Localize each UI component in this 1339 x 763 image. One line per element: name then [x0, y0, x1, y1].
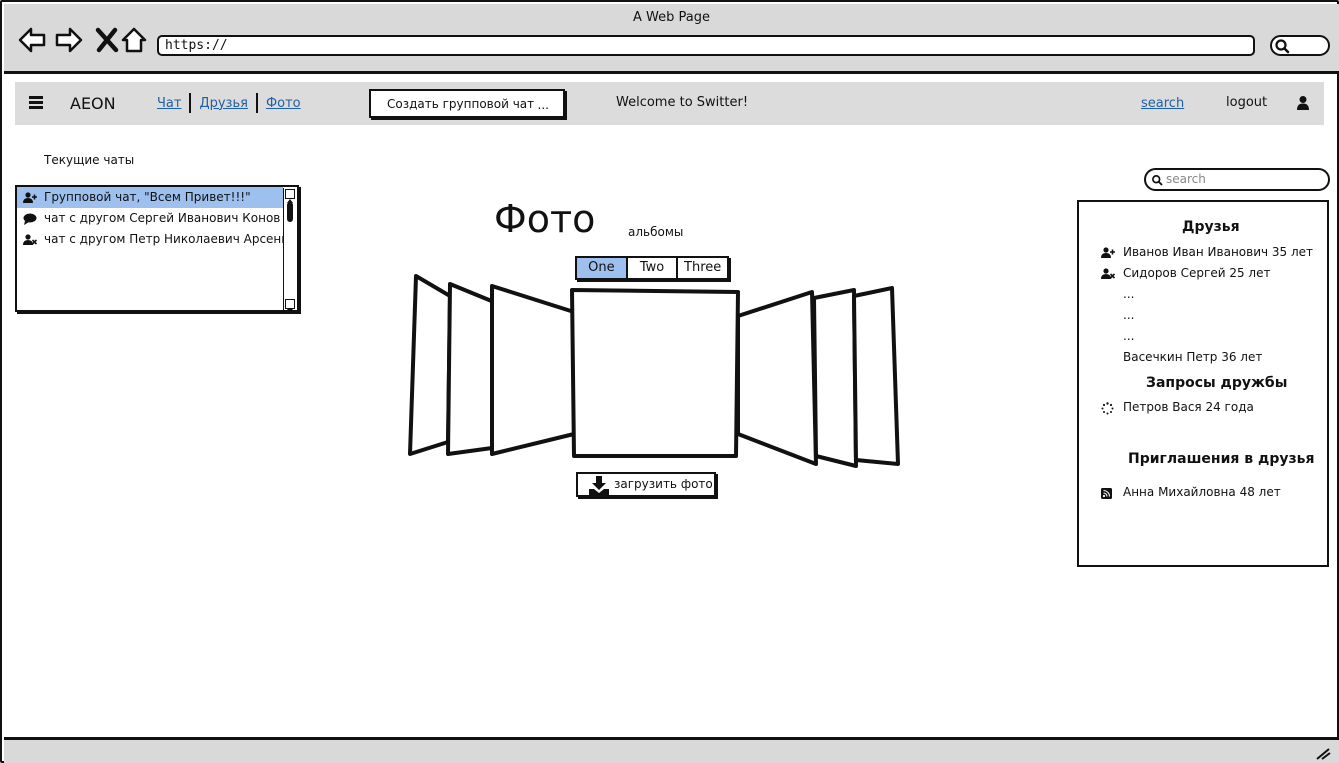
- tab-two[interactable]: Two: [627, 258, 679, 278]
- hamburger-menu-icon[interactable]: [29, 96, 43, 110]
- create-group-chat-button[interactable]: Создать групповой чат ...: [369, 89, 565, 118]
- friend-item: ...: [1123, 329, 1135, 343]
- home-icon[interactable]: [120, 26, 148, 54]
- spinner-icon: [1101, 402, 1114, 415]
- friend-item[interactable]: Васечкин Петр 36 лет: [1123, 350, 1262, 364]
- browser-statusbar: [4, 737, 1339, 763]
- remove-user-icon: [23, 234, 37, 245]
- tab-one[interactable]: One: [577, 258, 628, 278]
- app-header: AEON Чат Друзья Фото Создать групповой ч…: [15, 82, 1324, 125]
- add-user-icon: [1101, 247, 1115, 258]
- chat-item[interactable]: Групповой чат, "Всем Привет!!!": [17, 187, 283, 208]
- friend-request-item[interactable]: Петров Вася 24 года: [1123, 400, 1254, 414]
- page-title: Фото: [494, 197, 596, 241]
- more-options: ...: [537, 98, 549, 112]
- nav-link-friends[interactable]: Друзья: [191, 96, 256, 111]
- window-title: A Web Page: [633, 10, 710, 25]
- comment-icon: [23, 213, 37, 225]
- create-group-chat-label: Создать групповой чат: [387, 97, 535, 111]
- download-icon: [589, 476, 609, 495]
- nav-link-photo[interactable]: Фото: [258, 96, 309, 111]
- carousel-photo[interactable]: [446, 282, 496, 456]
- friend-item: ...: [1123, 287, 1135, 301]
- carousel-photo[interactable]: [490, 284, 576, 456]
- friend-invites-title: Приглашения в друзья: [1128, 451, 1315, 467]
- friends-panel: Друзья Иванов Иван Иванович 35 лет Сидор…: [1077, 200, 1329, 567]
- logout-button[interactable]: logout: [1226, 95, 1267, 110]
- close-icon[interactable]: [93, 26, 121, 54]
- user-icon[interactable]: [1296, 95, 1310, 111]
- forward-arrow-icon[interactable]: [55, 26, 83, 54]
- search-icon: [1275, 39, 1290, 54]
- upload-photo-label: загрузить фото: [614, 477, 713, 491]
- remove-user-icon: [1101, 268, 1115, 279]
- friends-title: Друзья: [1182, 219, 1240, 235]
- search-link[interactable]: search: [1141, 96, 1184, 111]
- search-input[interactable]: search: [1144, 168, 1330, 191]
- url-input[interactable]: https://: [157, 35, 1255, 56]
- carousel-photo[interactable]: [408, 274, 452, 456]
- browser-titlebar: A Web Page https://: [4, 4, 1339, 74]
- friend-item: ...: [1123, 308, 1135, 322]
- search-placeholder: search: [1166, 172, 1206, 186]
- photo-carousel[interactable]: [402, 270, 904, 470]
- search-icon: [1152, 175, 1163, 186]
- chat-item-label: чат с другом Сергей Иванович Конов: [44, 211, 281, 225]
- carousel-photo[interactable]: [852, 286, 900, 466]
- friend-item[interactable]: Иванов Иван Иванович 35 лет: [1123, 245, 1313, 259]
- browser-window: A Web Page https:// AEON Чат Друзья Фото…: [0, 0, 1339, 763]
- friend-requests-title: Запросы дружбы: [1146, 375, 1288, 391]
- scroll-thumb[interactable]: [287, 202, 293, 222]
- current-chats-title: Текущие чаты: [44, 153, 135, 167]
- friend-invite-item[interactable]: Анна Михайловна 48 лет: [1123, 485, 1281, 499]
- tab-three[interactable]: Three: [678, 258, 728, 278]
- top-nav: Чат Друзья Фото: [149, 92, 309, 114]
- scroll-down-arrow-icon[interactable]: [285, 299, 295, 310]
- albums-label: альбомы: [628, 225, 684, 239]
- chat-list: Групповой чат, "Всем Привет!!!" чат с др…: [15, 185, 299, 312]
- back-arrow-icon[interactable]: [18, 26, 46, 54]
- scroll-up-arrow-icon[interactable]: [285, 189, 295, 203]
- carousel-photo-center[interactable]: [570, 288, 740, 458]
- upload-photo-button[interactable]: загрузить фото: [576, 472, 716, 497]
- resize-grip-icon[interactable]: [1315, 746, 1331, 760]
- rss-icon: [1101, 488, 1112, 499]
- carousel-photo[interactable]: [812, 288, 858, 468]
- friend-item[interactable]: Сидоров Сергей 25 лет: [1123, 266, 1270, 280]
- album-tabs: One Two Three: [575, 256, 729, 280]
- brand-logo: AEON: [70, 94, 116, 113]
- chat-item[interactable]: чат с другом Петр Николаевич Арсеньев: [17, 229, 283, 250]
- chat-item[interactable]: чат с другом Сергей Иванович Конов: [17, 208, 283, 229]
- nav-link-chat[interactable]: Чат: [149, 96, 189, 111]
- carousel-photo[interactable]: [736, 290, 818, 466]
- chat-item-label: Групповой чат, "Всем Привет!!!": [44, 190, 251, 204]
- browser-search-field[interactable]: [1270, 35, 1330, 56]
- add-user-icon: [23, 192, 37, 203]
- welcome-text: Welcome to Switter!: [616, 95, 749, 110]
- chat-item-label: чат с другом Петр Николаевич Арсеньев: [44, 232, 283, 246]
- chat-list-scrollbar[interactable]: [283, 188, 295, 310]
